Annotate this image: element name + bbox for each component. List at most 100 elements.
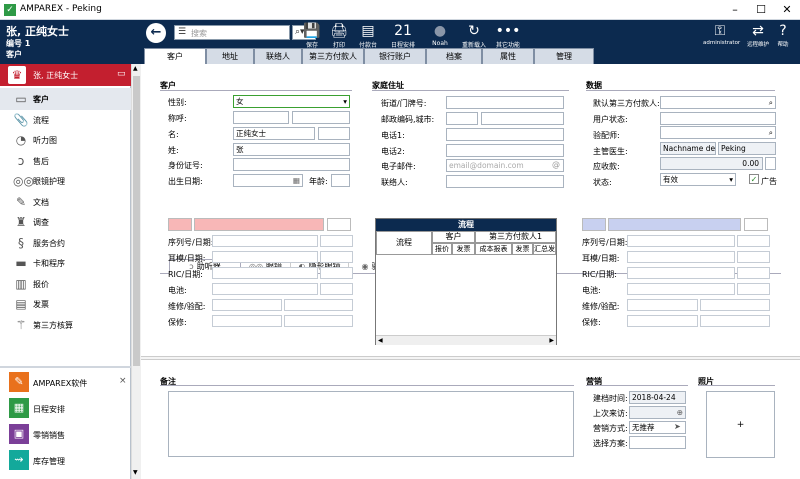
birthdate-field[interactable]: ▦ [233,174,303,187]
toolbar-button-3[interactable]: 21 日程安排 [386,23,420,49]
scroll-left-icon[interactable]: ◀ [378,337,383,344]
sidebar-item-7[interactable]: § 服务合约 [0,232,131,254]
scheme-field[interactable] [629,436,686,449]
tab-6[interactable]: 属性 [482,48,534,64]
sidebar-item-9[interactable]: ▥ 报价 [0,273,131,295]
device-row-date[interactable] [320,283,353,295]
device-row-field[interactable] [627,235,735,247]
sidebar-item-0[interactable]: ▭ 客户 [0,88,131,110]
sidebar-scrollbar[interactable]: ▲ ▼ [131,64,141,479]
toolbar-button-2[interactable]: ▤ 付款台 [351,23,385,49]
visit-icon[interactable]: ⊕ [677,407,683,418]
maximize-button[interactable]: ☐ [748,0,774,20]
scroll-thumb[interactable] [133,76,140,366]
device-row-field[interactable] [283,315,353,327]
phone2-field[interactable] [446,144,564,157]
user-status-field[interactable] [660,112,776,125]
device-row-date[interactable] [737,283,770,295]
header-tool-0[interactable]: ⚿ administrator [703,23,740,46]
search-icon[interactable]: ⌕ [769,97,773,108]
sidebar-item-10[interactable]: ▤ 发票 [0,293,131,315]
device-row-field[interactable] [699,315,770,327]
device-row-field[interactable] [212,235,318,247]
device-row-field[interactable] [283,299,353,311]
back-arrow-icon[interactable]: ← [146,23,166,43]
device-row-field[interactable] [627,251,735,263]
contact-field[interactable] [446,175,564,188]
device-row-date[interactable] [320,267,353,279]
device-row-field[interactable] [212,283,318,295]
id-number-field[interactable] [233,158,350,171]
device-row-field[interactable] [212,267,318,279]
email-field[interactable]: email@domain.com [446,159,564,172]
scroll-right-icon[interactable]: ▶ [549,337,554,344]
search-icon[interactable]: ⌕ [769,127,773,138]
sidebar-module-0[interactable]: ✎ AMPAREX软件 × [0,370,131,394]
sidebar-item-3[interactable]: ↄ 售后 [0,150,131,172]
search-input[interactable]: ☰ 搜索 [174,25,290,40]
sidebar-item-6[interactable]: ♜ 调查 [0,211,131,233]
sidebar-active-customer[interactable]: ♛ 张, 正纯女士 ▭ [0,64,131,86]
default-payer-field[interactable]: ⌕ [660,96,776,109]
at-icon[interactable]: @ [552,160,560,169]
device-row-field[interactable] [212,315,282,327]
device-row-date[interactable] [320,235,353,247]
gender-select[interactable]: 女 ▾ [233,95,350,108]
calendar-icon[interactable]: ▦ [293,175,300,186]
tab-5[interactable]: 档案 [426,48,482,64]
ad-checkbox[interactable]: ✓ [749,174,759,184]
photo-add-button[interactable]: + [706,391,775,458]
device-row-date[interactable] [737,267,770,279]
sidebar-item-11[interactable]: ⚚ 第三方核算 [0,314,131,336]
sidebar-item-4[interactable]: ◎◎ 眼镜护理 [0,170,131,192]
age-field[interactable] [331,174,350,187]
sidebar-item-8[interactable]: ▬ 卡和程序 [0,252,131,274]
sidebar-module-1[interactable]: ▦ 日程安排 [0,396,131,420]
tab-2[interactable]: 联络人 [254,48,302,64]
toolbar-button-6[interactable]: ••• 其它功能 [491,23,525,49]
middle-name-field[interactable] [318,127,350,140]
status-select[interactable]: 有效 ▾ [660,173,736,186]
close-icon[interactable]: × [119,376,127,386]
scroll-up-icon[interactable]: ▲ [133,65,138,72]
device-row-field[interactable] [212,299,282,311]
close-window-button[interactable]: ✕ [774,0,800,20]
device-row-field[interactable] [627,299,698,311]
toolbar-button-4[interactable]: ● Noah [423,23,457,47]
device-row-date[interactable] [320,251,353,263]
device-row-field[interactable] [212,251,318,263]
tab-3[interactable]: 第三方付款人 [302,48,364,64]
tab-7[interactable]: 管理 [534,48,594,64]
phone1-field[interactable] [446,128,564,141]
device-row-field[interactable] [627,267,735,279]
notes-textarea[interactable] [168,391,574,457]
sidebar-item-5[interactable]: ✎ 文档 [0,191,131,213]
tab-0[interactable]: 客户 [144,48,206,65]
tab-1[interactable]: 地址 [206,48,254,64]
panel-splitter[interactable] [141,356,800,360]
sidebar-module-3[interactable]: ⇝ 库存管理 [0,448,131,472]
header-tool-2[interactable]: ? 帮助 [766,23,800,48]
street-field[interactable] [446,96,564,109]
city-field[interactable] [481,112,564,125]
surname-field[interactable]: 张 [233,143,350,156]
doctor-name-field[interactable]: Nachname des [660,142,716,155]
device-row-date[interactable] [737,235,770,247]
device-row-field[interactable] [699,299,770,311]
doctor-city-field[interactable]: Peking [718,142,776,155]
process-table-hscroll[interactable]: ◀ ▶ [376,335,556,345]
toolbar-button-5[interactable]: ↻ 重新载入 [457,23,491,49]
minimize-button[interactable]: – [722,0,748,20]
title-field[interactable] [292,111,350,124]
zip-field[interactable] [446,112,478,125]
sidebar-item-1[interactable]: 📎 流程 [0,109,131,131]
tab-4[interactable]: 银行账户 [364,48,426,64]
sidebar-item-2[interactable]: ◔ 听力图 [0,129,131,151]
device-row-field[interactable] [627,315,698,327]
optician-field[interactable]: ⌕ [660,126,776,139]
scroll-down-icon[interactable]: ▼ [133,469,138,476]
device-row-date[interactable] [737,251,770,263]
salutation-field[interactable] [233,111,289,124]
send-icon[interactable]: ➤ [674,422,681,431]
first-name-field[interactable]: 正纯女士 [233,127,315,140]
